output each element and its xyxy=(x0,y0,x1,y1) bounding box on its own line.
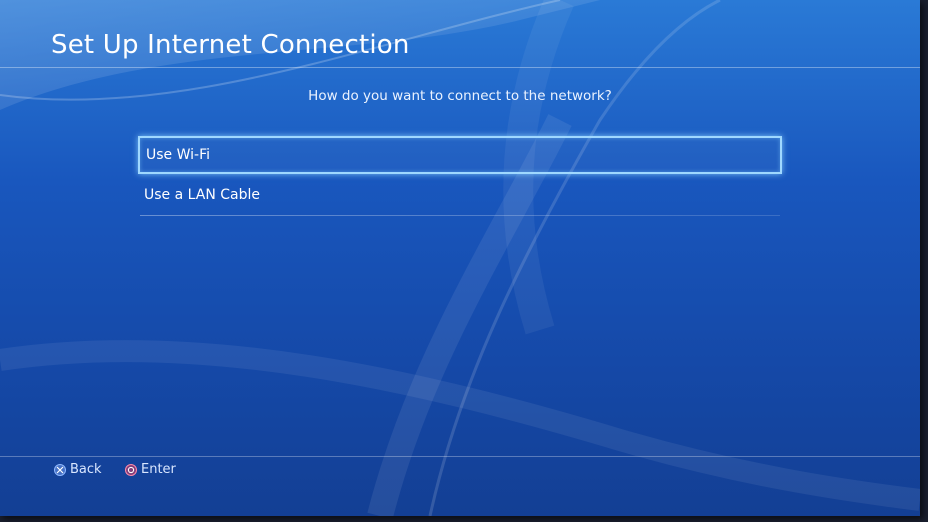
circle-button-icon xyxy=(125,463,137,476)
option-use-lan-cable[interactable]: Use a LAN Cable xyxy=(138,176,782,214)
options-divider xyxy=(140,215,780,216)
option-use-lan-cable-label: Use a LAN Cable xyxy=(144,187,260,203)
back-label: Back xyxy=(70,462,102,477)
enter-hint[interactable]: Enter xyxy=(125,462,176,477)
option-use-wifi[interactable]: Use Wi-Fi xyxy=(138,136,782,174)
title-divider xyxy=(0,67,920,68)
enter-label: Enter xyxy=(141,462,176,477)
back-hint[interactable]: Back xyxy=(54,462,102,477)
footer-divider xyxy=(0,456,920,457)
connection-question: How do you want to connect to the networ… xyxy=(308,88,612,104)
background-waves xyxy=(0,0,920,516)
cross-button-icon xyxy=(54,463,66,476)
screen: Set Up Internet Connection How do you wa… xyxy=(0,0,920,516)
page-title: Set Up Internet Connection xyxy=(51,30,410,60)
option-use-wifi-label: Use Wi-Fi xyxy=(146,147,211,163)
